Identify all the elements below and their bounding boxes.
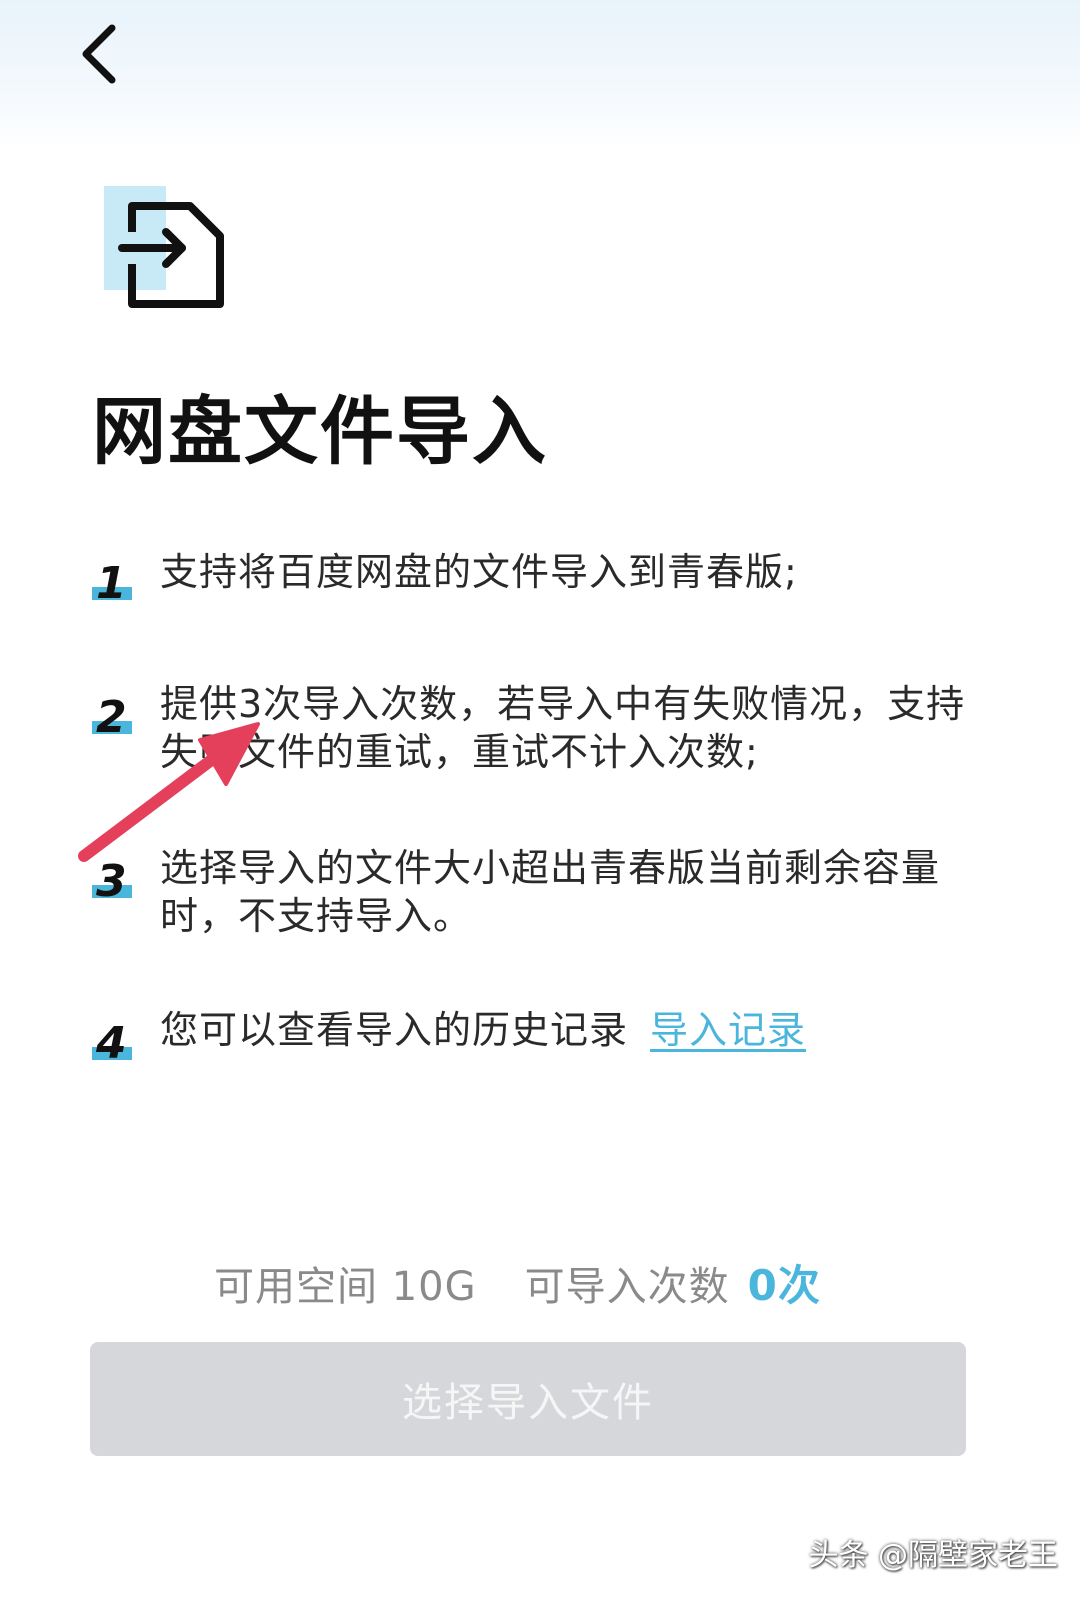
step-number-2: 2 <box>92 686 134 740</box>
step-text-2: 提供3次导入次数，若导入中有失败情况，支持失败文件的重试，重试不计入次数; <box>160 682 966 774</box>
step-text-4: 您可以查看导入的历史记录 导入记录 <box>160 1006 992 1054</box>
step-number-text: 1 <box>96 558 127 609</box>
quota-stats: 可用空间 10G 可导入次数 0次 <box>214 1252 821 1313</box>
import-count-value: 0次 <box>747 1261 821 1310</box>
back-button[interactable] <box>70 18 140 98</box>
import-history-link[interactable]: 导入记录 <box>650 1008 806 1052</box>
step-number-text: 4 <box>96 1018 127 1069</box>
import-count-label: 可导入次数 <box>524 1264 730 1310</box>
select-import-file-button[interactable]: 选择导入文件 <box>90 1342 966 1456</box>
watermark: 头条 @隔壁家老王 <box>808 1538 1058 1573</box>
step-text-3: 选择导入的文件大小超出青春版当前剩余容量时，不支持导入。 <box>160 846 941 938</box>
step-text-1: 支持将百度网盘的文件导入到青春版; <box>160 550 798 594</box>
step-number-text: 2 <box>96 692 127 743</box>
step-number-1: 1 <box>92 552 134 606</box>
page-title: 网盘文件导入 <box>92 389 548 475</box>
header-background <box>0 0 1080 150</box>
step-number-4: 4 <box>92 1012 134 1066</box>
step-text-4-label: 您可以查看导入的历史记录 <box>160 1008 629 1052</box>
step-number-3: 3 <box>92 850 134 904</box>
file-import-icon <box>104 186 234 316</box>
chevron-left-icon <box>82 24 116 84</box>
available-space-label: 可用空间 10G <box>214 1264 477 1310</box>
step-number-text: 3 <box>96 856 127 907</box>
